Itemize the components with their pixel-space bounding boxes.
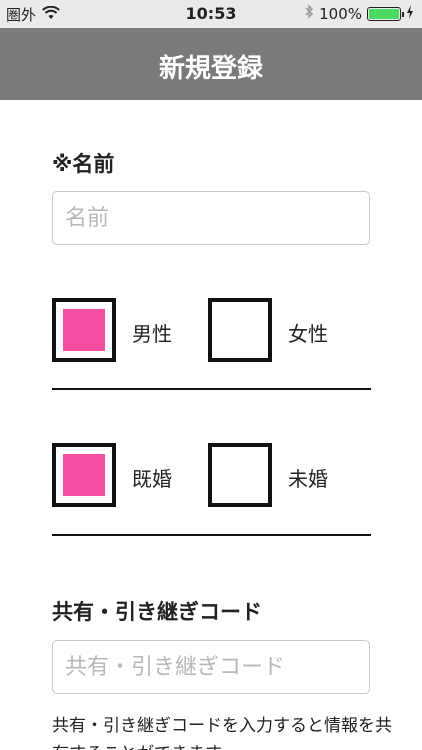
checkbox-female[interactable]: [208, 298, 272, 362]
checkbox-married-label: 既婚: [132, 467, 172, 491]
checkbox-male[interactable]: [52, 298, 116, 362]
status-right: 100%: [304, 4, 414, 23]
checkbox-married-fill: [63, 454, 105, 496]
checkbox-male-fill: [63, 309, 105, 351]
code-label: 共有・引き継ぎコード: [52, 600, 262, 624]
checkbox-female-label: 女性: [288, 322, 328, 346]
battery-icon: [367, 6, 404, 21]
checkbox-male-label: 男性: [132, 322, 172, 346]
navigation-bar: 新規登録: [0, 28, 422, 100]
code-help-text: 共有・引き継ぎコードを入力すると情報を共有することができます。: [52, 716, 392, 750]
battery-percent: 100%: [319, 4, 362, 23]
divider: [52, 534, 371, 536]
page-title: 新規登録: [158, 54, 263, 84]
checkbox-unmarried-label: 未婚: [288, 467, 328, 491]
checkbox-unmarried[interactable]: [208, 443, 272, 507]
bluetooth-icon: [304, 4, 314, 23]
status-bar: 圏外 10:53 100%: [0, 0, 422, 28]
name-label: ※名前: [52, 152, 115, 176]
divider: [52, 388, 371, 390]
charging-icon: [406, 4, 414, 23]
code-input[interactable]: [52, 640, 370, 694]
name-input[interactable]: [52, 191, 370, 245]
checkbox-married[interactable]: [52, 443, 116, 507]
